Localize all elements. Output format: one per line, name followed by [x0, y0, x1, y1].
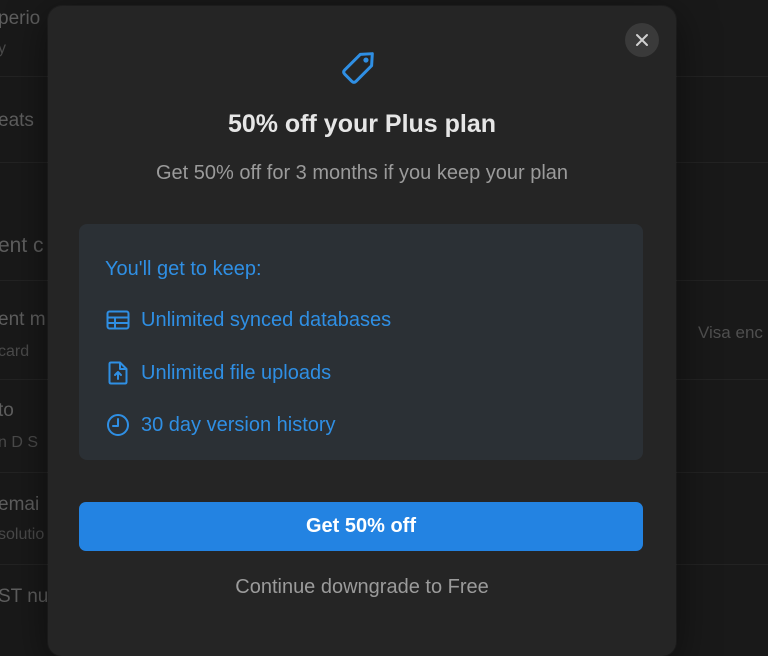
bg-row-sub: y	[0, 40, 6, 57]
table-icon	[105, 307, 131, 333]
keep-heading: You'll get to keep:	[105, 258, 262, 280]
bg-row-label: perio	[0, 8, 41, 29]
bg-row-sub: card	[0, 343, 30, 360]
continue-downgrade-link[interactable]: Continue downgrade to Free	[48, 576, 676, 599]
close-button[interactable]	[625, 23, 659, 57]
feature-label: 30 day version history	[141, 413, 336, 436]
bg-row-sub: n D S	[0, 434, 39, 451]
feature-label: Unlimited file uploads	[141, 361, 332, 384]
get-discount-button[interactable]: Get 50% off	[79, 502, 643, 551]
bg-section-heading: ent c	[0, 234, 44, 257]
bg-row-label: emai	[0, 494, 40, 515]
feature-item: Unlimited file uploads	[105, 359, 331, 387]
feature-item: 30 day version history	[105, 411, 336, 439]
tag-icon	[342, 52, 374, 84]
file-upload-icon	[105, 360, 131, 386]
bg-row-sub: solutio	[0, 526, 45, 543]
bg-row-value: Visa enc	[698, 323, 763, 342]
keep-features-box: You'll get to keep: Unlimited synced dat…	[79, 224, 643, 460]
bg-row-label: eats	[0, 110, 34, 131]
discount-modal: 50% off your Plus plan Get 50% off for 3…	[48, 6, 676, 656]
feature-label: Unlimited synced databases	[141, 308, 392, 331]
modal-title: 50% off your Plus plan	[227, 110, 497, 138]
bg-row-label: to	[0, 400, 14, 421]
bg-row-label: ST nu	[0, 586, 49, 607]
feature-item: Unlimited synced databases	[105, 306, 391, 334]
close-icon	[636, 34, 648, 46]
bg-row-label: ent m	[0, 309, 46, 330]
clock-icon	[105, 412, 131, 438]
modal-subtitle: Get 50% off for 3 months if you keep you…	[155, 162, 569, 184]
